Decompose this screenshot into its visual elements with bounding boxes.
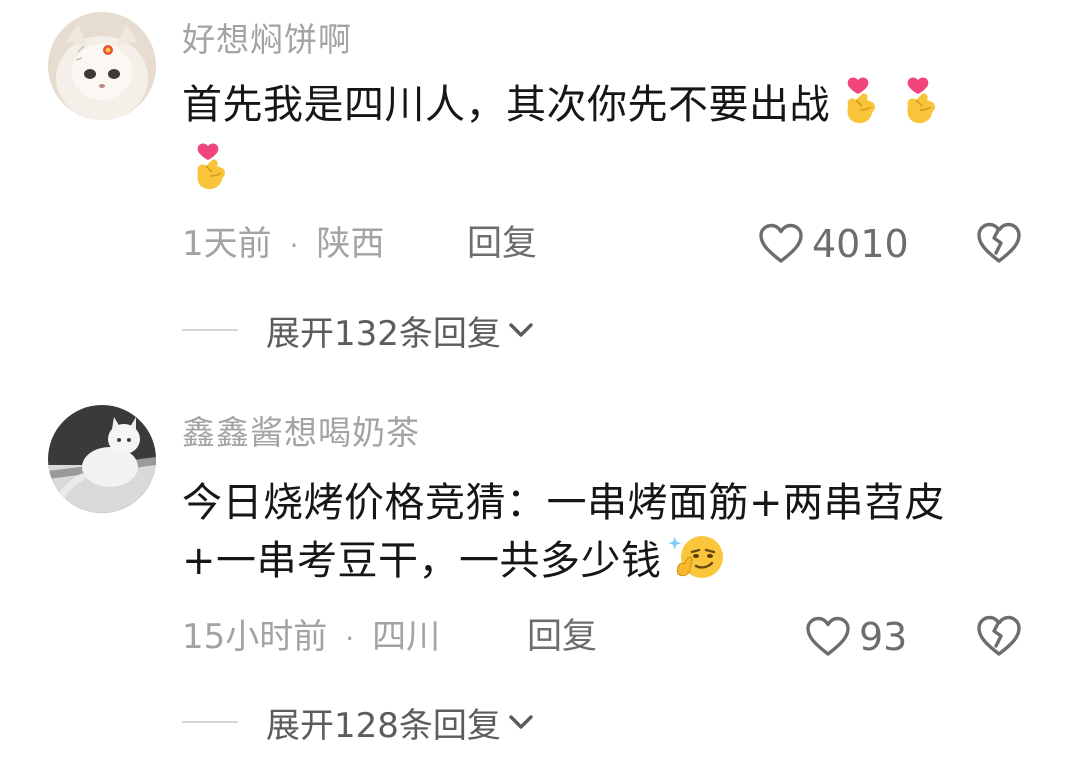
broken-heart-icon — [977, 615, 1021, 656]
comment-text-body: 首先我是四川人，其次你先不要出战 — [182, 82, 830, 128]
reply-button[interactable]: 回复 — [467, 224, 537, 264]
comment-text-line1: 今日烧烤价格竞猜：一串烤面筋+两串苕皮 — [182, 480, 946, 526]
heart-outline-icon — [806, 616, 850, 656]
comment-text: 首先我是四川人，其次你先不要出战 — [182, 76, 1032, 208]
dislike-button[interactable] — [975, 221, 1023, 269]
comment-item: 好想焖饼啊 首先我是四川人，其次你先不要出战 1天前 · 陕西 回复 4010 … — [0, 0, 1080, 380]
expand-replies[interactable]: 展开128条回复 — [182, 700, 535, 746]
heart-outline-icon — [759, 223, 803, 263]
expand-divider — [182, 721, 238, 723]
comment-item: 鑫鑫酱想喝奶茶 今日烧烤价格竞猜：一串烤面筋+两串苕皮 +一串考豆干，一共多少钱 … — [0, 380, 1080, 757]
expand-divider — [182, 329, 238, 331]
chevron-down-icon — [509, 715, 533, 729]
broken-heart-icon — [977, 222, 1021, 263]
comment-time: 15小时前 — [182, 617, 328, 657]
meta-separator: · — [345, 622, 355, 655]
comment-meta: 1天前 · 陕西 — [182, 224, 385, 266]
finger-heart-emoji — [188, 142, 234, 208]
comment-location: 陕西 — [316, 224, 385, 264]
comment-time: 1天前 — [182, 224, 272, 264]
expand-replies[interactable]: 展开132条回复 — [182, 308, 535, 354]
comment-text: 今日烧烤价格竞猜：一串烤面筋+两串苕皮 +一串考豆干，一共多少钱 — [182, 474, 1032, 598]
expand-replies-label: 展开132条回复 — [266, 313, 501, 354]
chevron-down-icon — [509, 323, 533, 337]
expand-replies-label: 展开128条回复 — [266, 705, 501, 746]
finger-heart-emoji — [898, 76, 944, 142]
meta-separator: · — [289, 229, 299, 262]
avatar[interactable] — [48, 405, 156, 513]
comment-text-line2: +一串考豆干，一共多少钱 — [182, 538, 662, 584]
comment-username[interactable]: 鑫鑫酱想喝奶茶 — [182, 413, 420, 453]
like-button[interactable]: 4010 — [758, 220, 909, 268]
comment-location: 四川 — [372, 617, 441, 657]
comment-meta: 15小时前 · 四川 — [182, 617, 440, 659]
smirk-thinking-emoji — [666, 532, 726, 598]
comment-username[interactable]: 好想焖饼啊 — [182, 20, 352, 60]
cat-avatar-image — [48, 405, 156, 513]
dislike-button[interactable] — [975, 614, 1023, 662]
like-count: 93 — [859, 615, 908, 659]
avatar[interactable] — [48, 12, 156, 120]
like-count: 4010 — [812, 222, 909, 266]
cat-avatar-image — [48, 12, 156, 120]
like-button[interactable]: 93 — [805, 613, 907, 661]
reply-button[interactable]: 回复 — [527, 617, 597, 657]
finger-heart-emoji — [838, 76, 884, 142]
